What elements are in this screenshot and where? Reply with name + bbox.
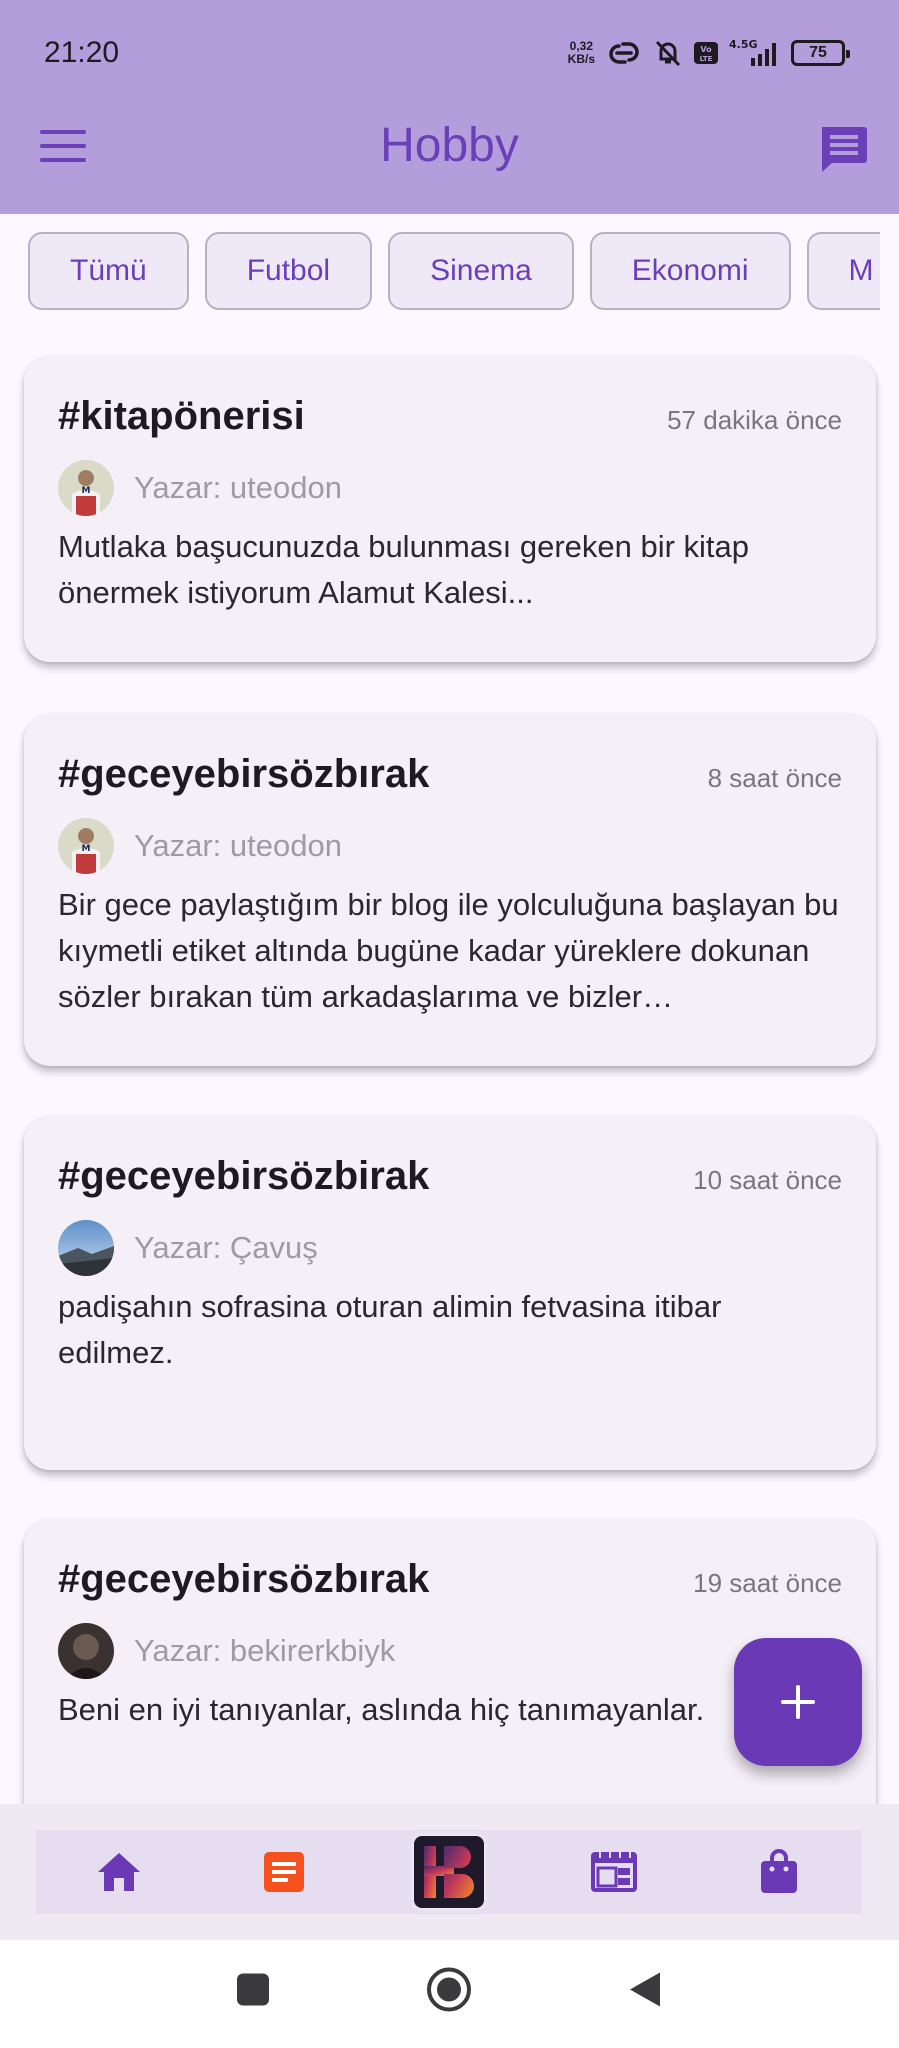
post-time: 10 saat önce (693, 1165, 842, 1195)
status-icons: 0,32 KB/s Vo LTE 4.5G 75 (568, 36, 850, 70)
avatar[interactable] (58, 1220, 114, 1276)
page-title: Hobby (380, 119, 519, 172)
nav-hb[interactable] (413, 1836, 484, 1908)
post-card[interactable]: #kitapönerisi 57 dakika önce M Yazar: ut… (24, 356, 876, 662)
post-tag: #geceyebirsözbırak (58, 752, 430, 796)
post-author: Yazar: uteodon (134, 470, 342, 505)
system-home-button[interactable] (426, 1967, 472, 2018)
avatar[interactable]: M (58, 460, 114, 516)
battery-indicator: 75 (791, 40, 850, 66)
svg-text:M: M (82, 844, 91, 854)
post-tag: #kitapönerisi (58, 394, 305, 438)
post-body: Mutlaka başucunuzda bulunması gereken bi… (58, 529, 750, 610)
nav-home[interactable] (84, 1837, 154, 1907)
chat-bubble-icon (822, 127, 867, 172)
avatar[interactable]: M (58, 818, 114, 874)
add-post-button[interactable] (734, 1638, 862, 1766)
top-app-bar: 21:20 0,32 KB/s Vo LTE 4.5G 75 Hobby (0, 0, 899, 214)
nav-events[interactable] (579, 1837, 649, 1907)
network-speed: 0,32 KB/s (568, 40, 595, 66)
post-author: Yazar: bekirerkbiyk (134, 1633, 396, 1668)
bottom-navigation (0, 1804, 899, 1940)
svg-text:4.5G: 4.5G (729, 38, 758, 51)
post-body: padişahın sofrasina oturan alimin fetvas… (58, 1289, 722, 1370)
calendar-icon (591, 1852, 638, 1892)
post-time: 8 saat önce (707, 763, 842, 793)
bell-off-icon (653, 38, 683, 68)
post-time: 19 saat önce (693, 1568, 842, 1598)
article-icon (263, 1852, 304, 1892)
nav-articles[interactable] (249, 1837, 319, 1907)
plus-icon (781, 1685, 815, 1719)
signal-icon: 4.5G (729, 38, 781, 68)
svg-text:M: M (82, 486, 91, 496)
shopping-bag-icon (761, 1849, 798, 1893)
recents-square-icon (237, 1973, 269, 2006)
nav-shop[interactable] (744, 1837, 814, 1907)
svg-text:LTE: LTE (700, 55, 713, 63)
volte-icon: Vo LTE (693, 41, 719, 65)
svg-text:Vo: Vo (700, 45, 712, 54)
chip-all[interactable]: Tümü (28, 232, 189, 310)
post-author: Yazar: uteodon (134, 828, 342, 863)
system-navigation-bar (0, 1940, 899, 2048)
back-button[interactable] (628, 1971, 662, 2014)
chip-more[interactable]: M (806, 232, 880, 310)
category-chips: Tümü Futbol Sinema Ekonomi M (0, 232, 880, 312)
link-icon (605, 40, 643, 66)
home-circle-icon (427, 1967, 471, 2012)
home-icon (97, 1853, 140, 1891)
post-author: Yazar: Çavuş (134, 1230, 318, 1265)
chip-ekonomi[interactable]: Ekonomi (589, 232, 791, 310)
post-body: Bir gece paylaştığım bir blog ile yolcul… (58, 887, 839, 1014)
chip-futbol[interactable]: Futbol (204, 232, 373, 310)
post-tag: #geceyebirsözbirak (58, 1154, 430, 1198)
post-card[interactable]: #geceyebirsözbırak 8 saat önce M Yazar: … (24, 714, 876, 1066)
chip-sinema[interactable]: Sinema (388, 232, 574, 310)
battery-level: 75 (809, 44, 827, 61)
back-triangle-icon (630, 1972, 660, 2007)
network-speed-unit: KB/s (567, 52, 595, 66)
hb-logo (413, 1836, 484, 1908)
recents-button[interactable] (236, 1973, 270, 2012)
post-tag: #geceyebirsözbırak (58, 1557, 430, 1601)
status-time: 21:20 (44, 36, 120, 69)
chat-button[interactable] (818, 125, 868, 178)
post-time: 57 dakika önce (667, 405, 842, 435)
post-card[interactable]: #geceyebirsözbirak 10 saat önce Yazar: Ç… (24, 1116, 876, 1470)
avatar[interactable] (58, 1623, 114, 1679)
post-body: Beni en iyi tanıyanlar, aslında hiç tanı… (58, 1692, 705, 1727)
